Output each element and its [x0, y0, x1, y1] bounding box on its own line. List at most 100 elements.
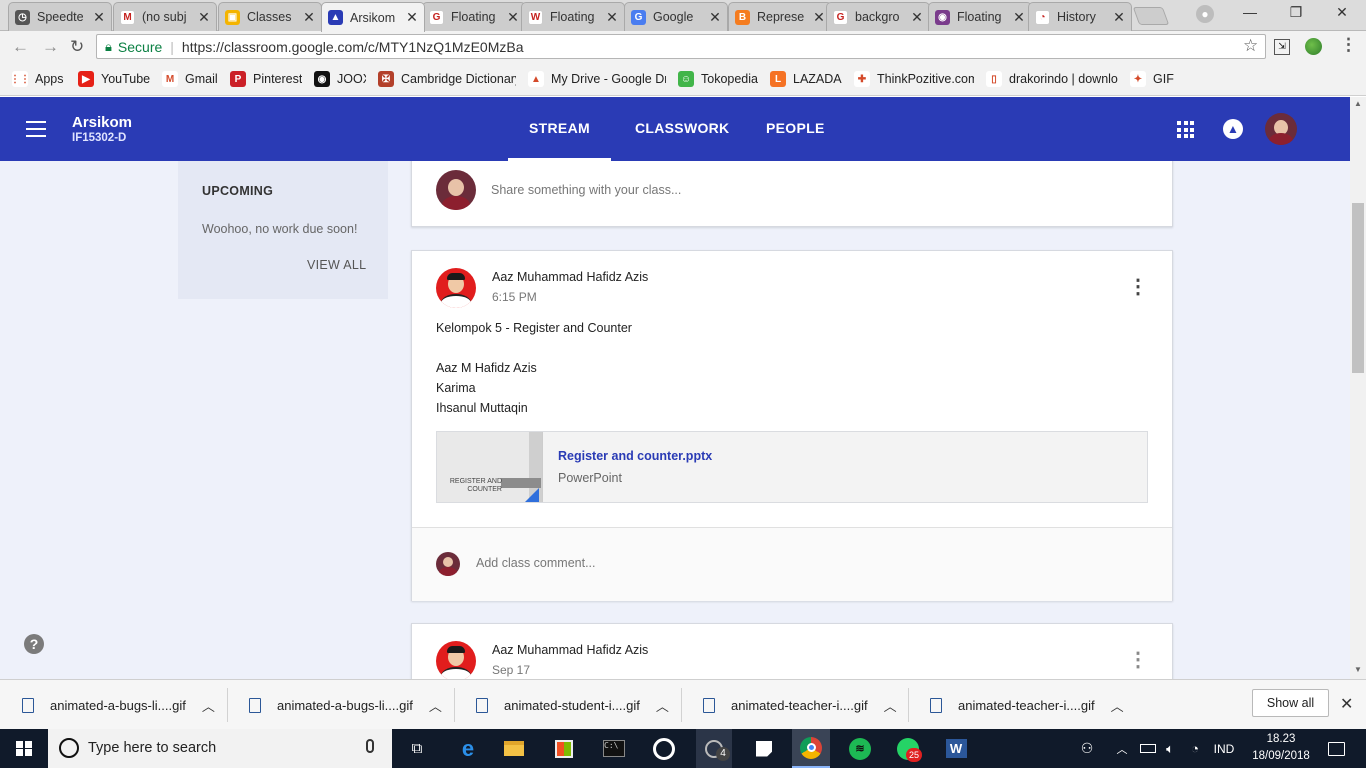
tab-close-icon[interactable]: ✕: [406, 9, 418, 26]
close-window-button[interactable]: ✕: [1322, 4, 1362, 21]
back-arrow-icon[interactable]: ←: [12, 37, 29, 57]
download-options-chevron-icon[interactable]: ︿: [429, 696, 442, 715]
bookmark-item[interactable]: P Pinterest: [230, 71, 302, 87]
extension-globe-icon[interactable]: [1305, 38, 1322, 55]
tab-close-icon[interactable]: ✕: [606, 9, 618, 26]
groove-music-icon[interactable]: [646, 729, 682, 768]
browser-tab[interactable]: B Represe ✕: [728, 2, 832, 31]
task-view-icon[interactable]: ⧉: [400, 729, 434, 768]
wifi-icon[interactable]: ◔: [1184, 729, 1206, 768]
browser-tab[interactable]: W Floating ✕: [521, 2, 625, 31]
help-icon[interactable]: ?: [24, 634, 44, 654]
bookmark-item[interactable]: M Gmail: [162, 71, 218, 87]
download-options-chevron-icon[interactable]: ︿: [1111, 696, 1124, 715]
maximize-window-button[interactable]: ❐: [1276, 4, 1316, 21]
terminal-icon[interactable]: C:\: [596, 729, 632, 768]
input-language[interactable]: IND: [1208, 729, 1240, 768]
post-author[interactable]: Aaz Muhammad Hafidz Azis: [492, 643, 648, 657]
word-icon[interactable]: W: [938, 729, 974, 768]
browser-tab[interactable]: ▲ Arsikom ✕: [321, 2, 425, 32]
browser-tab[interactable]: ▣ Classes ✕: [218, 2, 322, 31]
tab-close-icon[interactable]: ✕: [507, 9, 519, 26]
bookmark-item[interactable]: ✚ ThinkPozitive.com: [854, 71, 974, 87]
browser-tab[interactable]: G Google ✕: [624, 2, 728, 31]
tab-classwork[interactable]: CLASSWORK: [635, 97, 729, 161]
download-options-chevron-icon[interactable]: ︿: [884, 696, 897, 715]
scroll-up-arrow-icon[interactable]: ▲: [1354, 99, 1362, 108]
microphone-icon[interactable]: [366, 739, 374, 753]
chrome-taskbar-icon[interactable]: [792, 729, 830, 768]
url-text[interactable]: https://classroom.google.com/c/MTY1NzQ1M…: [182, 39, 524, 55]
scroll-down-arrow-icon[interactable]: ▼: [1354, 665, 1362, 674]
tab-close-icon[interactable]: ✕: [813, 9, 825, 26]
bookmark-item[interactable]: ▯ drakorindo | download: [986, 71, 1118, 87]
add-comment-input[interactable]: Add class comment...: [476, 556, 596, 570]
bookmark-item[interactable]: ⋮⋮ Apps: [12, 71, 66, 87]
forward-arrow-icon[interactable]: →: [42, 37, 59, 57]
whatsapp-icon[interactable]: 25: [890, 729, 926, 768]
profile-icon[interactable]: ●: [1196, 5, 1214, 23]
class-name[interactable]: Arsikom: [72, 114, 132, 131]
people-icon[interactable]: ⚇: [1074, 729, 1100, 768]
download-item[interactable]: animated-a-bugs-li....gif ︿: [249, 680, 442, 730]
hamburger-menu-icon[interactable]: [26, 121, 46, 137]
new-tab-button[interactable]: [1132, 7, 1170, 25]
browser-tab[interactable]: ◔ History ✕: [1028, 2, 1132, 31]
bookmark-item[interactable]: ☺ Tokopedia: [678, 71, 758, 87]
post-author[interactable]: Aaz Muhammad Hafidz Azis: [492, 270, 648, 284]
tab-close-icon[interactable]: ✕: [709, 9, 721, 26]
browser-tab[interactable]: M (no subj ✕: [113, 2, 217, 31]
bookmark-star-icon[interactable]: ☆: [1243, 36, 1258, 56]
browser-tab[interactable]: ◉ Floating ✕: [928, 2, 1032, 31]
tab-close-icon[interactable]: ✕: [93, 9, 105, 26]
sticky-notes-icon[interactable]: [746, 729, 782, 768]
browser-tab[interactable]: G Floating ✕: [422, 2, 526, 31]
tab-close-icon[interactable]: ✕: [1113, 9, 1125, 26]
bookmark-item[interactable]: ▲ My Drive - Google Drive: [528, 71, 666, 87]
minimize-window-button[interactable]: —: [1230, 4, 1270, 20]
store-icon[interactable]: [546, 729, 582, 768]
tab-people[interactable]: PEOPLE: [766, 97, 825, 161]
edge-browser-icon[interactable]: e: [450, 729, 486, 768]
download-item[interactable]: animated-teacher-i....gif ︿: [703, 680, 897, 730]
bookmark-item[interactable]: ✠ Cambridge Dictionary: [378, 71, 516, 87]
tab-close-icon[interactable]: ✕: [1013, 9, 1025, 26]
download-item[interactable]: animated-student-i....gif ︿: [476, 680, 669, 730]
notification-center-icon[interactable]: [1318, 729, 1354, 768]
browser-tab[interactable]: Gbackgro ✕: [826, 2, 930, 31]
chrome-menu-icon[interactable]: ⋮: [1340, 35, 1357, 55]
download-options-chevron-icon[interactable]: ︿: [202, 696, 215, 715]
close-shelf-icon[interactable]: ✕: [1340, 694, 1353, 714]
share-placeholder[interactable]: Share something with your class...: [491, 183, 681, 197]
attachment-name[interactable]: Register and counter.pptx: [558, 449, 712, 463]
volume-icon[interactable]: 🔈︎: [1160, 729, 1180, 768]
file-explorer-icon[interactable]: [496, 729, 532, 768]
bookmark-item[interactable]: ◉ JOOX: [314, 71, 366, 87]
show-all-downloads-button[interactable]: Show all: [1252, 689, 1329, 717]
reload-icon[interactable]: ↻: [70, 37, 84, 57]
notifications-bell-icon[interactable]: ▲: [1223, 119, 1243, 139]
bookmark-item[interactable]: L LAZADA: [770, 71, 842, 87]
bookmark-item[interactable]: ✦ GIF: [1130, 71, 1180, 87]
post-more-icon[interactable]: ⋮: [1128, 650, 1148, 670]
attachment-card[interactable]: REGISTER AND COUNTER Register and counte…: [436, 431, 1148, 503]
address-bar[interactable]: 🔒︎ Secure | https://classroom.google.com…: [96, 34, 1266, 59]
scrollbar-thumb[interactable]: [1352, 203, 1364, 373]
post-more-icon[interactable]: ⋮: [1128, 277, 1148, 297]
tab-close-icon[interactable]: ✕: [911, 9, 923, 26]
tab-close-icon[interactable]: ✕: [198, 9, 210, 26]
download-options-chevron-icon[interactable]: ︿: [656, 696, 669, 715]
tab-close-icon[interactable]: ✕: [303, 9, 315, 26]
clock[interactable]: 18.23 18/09/2018: [1246, 731, 1316, 765]
google-apps-grid-icon[interactable]: [1177, 121, 1194, 138]
account-avatar[interactable]: [1265, 113, 1297, 145]
tab-stream[interactable]: STREAM: [508, 97, 611, 161]
battery-icon[interactable]: [1138, 729, 1158, 768]
photos-icon[interactable]: 4: [696, 729, 732, 768]
browser-tab[interactable]: ◷ Speedte ✕: [8, 2, 112, 31]
view-all-link[interactable]: VIEW ALL: [307, 258, 366, 272]
download-item[interactable]: animated-teacher-i....gif ︿: [930, 680, 1124, 730]
spotify-icon[interactable]: ≋: [842, 729, 878, 768]
extension-icon[interactable]: ⇲: [1274, 39, 1290, 55]
download-item[interactable]: animated-a-bugs-li....gif ︿: [22, 680, 215, 730]
